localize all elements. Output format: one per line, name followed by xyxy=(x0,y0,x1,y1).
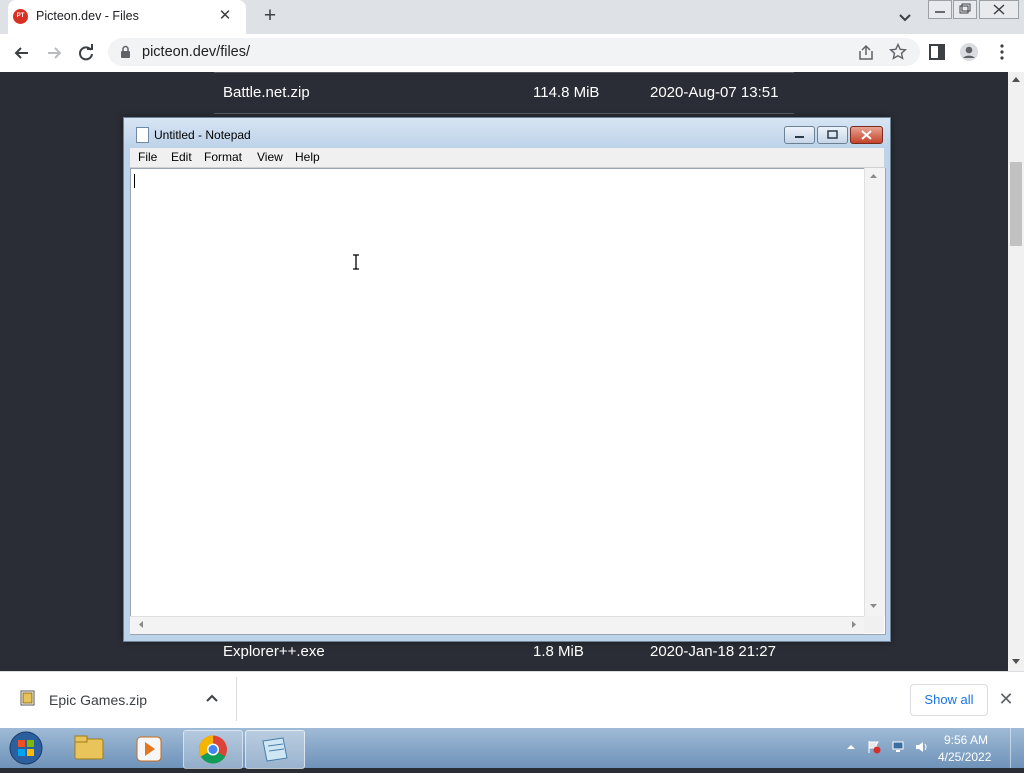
download-bar xyxy=(0,671,1024,729)
notepad-app-icon xyxy=(136,127,149,143)
notepad-scroll-left-icon[interactable] xyxy=(137,620,144,629)
notepad-vertical-scrollbar[interactable] xyxy=(864,168,885,616)
notepad-horizontal-scrollbar[interactable] xyxy=(130,616,864,634)
taskbar-chrome[interactable] xyxy=(183,730,243,769)
file-size: 1.8 MiB xyxy=(533,643,584,660)
window-minimize-button[interactable] xyxy=(928,0,952,19)
notepad-close-button[interactable] xyxy=(850,126,883,144)
network-icon[interactable] xyxy=(891,740,905,754)
row-divider xyxy=(214,113,794,114)
menu-view[interactable]: View xyxy=(257,150,283,164)
ibeam-cursor-icon xyxy=(353,254,359,270)
bookmark-star-icon[interactable] xyxy=(889,43,907,61)
menu-format[interactable]: Format xyxy=(204,150,242,164)
scroll-up-arrow-icon[interactable] xyxy=(1011,75,1021,83)
tab-search-chevron-icon[interactable] xyxy=(895,7,915,27)
show-desktop-button[interactable] xyxy=(1010,728,1024,768)
notepad-menubar: File Edit Format View Help xyxy=(130,148,884,168)
show-hidden-icons-icon[interactable] xyxy=(844,740,858,754)
download-bar-close-icon[interactable]: ✕ xyxy=(996,689,1016,709)
show-all-button[interactable]: Show all xyxy=(910,684,988,716)
download-separator xyxy=(236,677,237,721)
scroll-down-arrow-icon[interactable] xyxy=(1011,658,1021,666)
taskbar-explorer[interactable] xyxy=(60,730,118,767)
taskbar-clock-date[interactable]: 4/25/2022 xyxy=(938,750,991,764)
chrome-menu-kebab-icon[interactable] xyxy=(994,43,1010,61)
file-date: 2020-Jan-18 21:27 xyxy=(650,643,776,660)
windows-start-icon[interactable] xyxy=(6,730,46,767)
file-name[interactable]: Explorer++.exe xyxy=(223,643,325,660)
file-row-battle-net[interactable]: Battle.net.zip 114.8 MiB 2020-Aug-07 13:… xyxy=(223,72,794,114)
notepad-scroll-up-icon[interactable] xyxy=(869,172,878,179)
window-close-button[interactable] xyxy=(979,0,1019,19)
file-size: 114.8 MiB xyxy=(533,84,600,101)
picteon-favicon-icon: PT xyxy=(13,9,28,24)
share-icon[interactable] xyxy=(857,44,875,62)
download-item-name[interactable]: Epic Games.zip xyxy=(49,692,147,708)
window-restore-button[interactable] xyxy=(953,0,977,19)
notepad-text-area[interactable] xyxy=(130,168,886,635)
lock-icon[interactable] xyxy=(120,45,131,59)
file-date: 2020-Aug-07 13:51 xyxy=(650,84,779,101)
notepad-maximize-button[interactable] xyxy=(817,126,848,144)
reload-icon[interactable] xyxy=(75,42,97,64)
zip-file-icon[interactable] xyxy=(20,690,36,706)
chevron-up-icon[interactable] xyxy=(204,690,220,706)
new-tab-button[interactable]: + xyxy=(258,5,282,29)
notepad-scroll-right-icon[interactable] xyxy=(851,620,858,629)
text-caret xyxy=(134,174,135,188)
back-arrow-icon[interactable] xyxy=(11,42,33,64)
menu-edit[interactable]: Edit xyxy=(171,150,192,164)
file-name[interactable]: Battle.net.zip xyxy=(223,84,310,101)
page-scrollbar-thumb[interactable] xyxy=(1010,162,1022,246)
notepad-scroll-down-icon[interactable] xyxy=(869,603,878,610)
side-panel-icon[interactable] xyxy=(928,43,946,61)
notepad-title: Untitled - Notepad xyxy=(154,128,251,142)
notepad-window[interactable]: Untitled - Notepad File Edit Format View… xyxy=(123,117,891,642)
taskbar-notepad[interactable] xyxy=(245,730,305,769)
tab-close-icon[interactable]: ✕ xyxy=(216,6,234,26)
url-text[interactable]: picteon.dev/files/ xyxy=(142,44,250,60)
taskbar-clock-time[interactable]: 9:56 AM xyxy=(944,733,988,747)
notepad-resize-grip[interactable] xyxy=(864,616,884,633)
forward-arrow-icon[interactable] xyxy=(43,42,65,64)
menu-help[interactable]: Help xyxy=(295,150,320,164)
notepad-minimize-button[interactable] xyxy=(784,126,815,144)
profile-avatar-icon[interactable] xyxy=(959,42,979,62)
menu-file[interactable]: File xyxy=(138,150,157,164)
taskbar-media-player[interactable] xyxy=(121,730,179,767)
volume-icon[interactable] xyxy=(915,740,929,754)
tab-title: Picteon.dev - Files xyxy=(36,9,139,23)
action-center-flag-icon[interactable] xyxy=(867,740,881,754)
